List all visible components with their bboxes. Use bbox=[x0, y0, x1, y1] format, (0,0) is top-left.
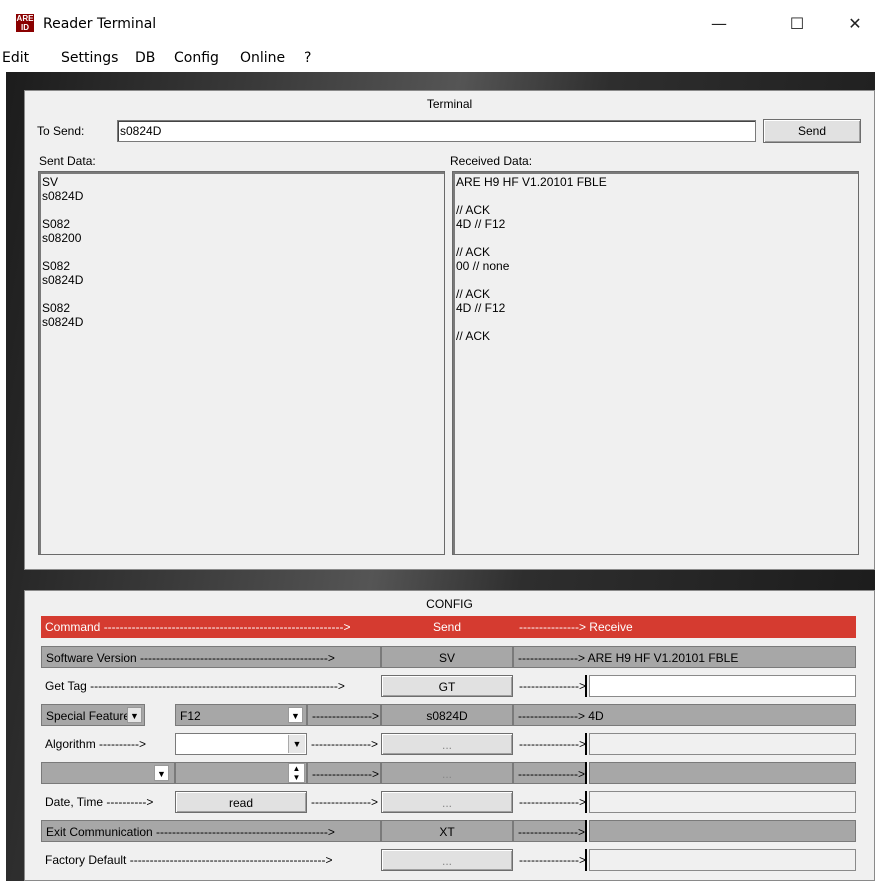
date-time-label: Date, Time ----------> bbox=[41, 791, 175, 813]
blank-row-result-field[interactable] bbox=[589, 762, 856, 784]
algorithm-select[interactable]: ▼ bbox=[175, 733, 307, 755]
blank-row-arrow: ---------------> bbox=[307, 762, 381, 784]
special-features-arrow: ---------------> bbox=[307, 704, 381, 726]
date-time-receive-arrow: ---------------> bbox=[515, 791, 587, 813]
special-features-receive: ---------------> 4D bbox=[513, 704, 856, 726]
blank-row-receive-arrow: ---------------> bbox=[513, 762, 587, 784]
spinner-arrows-icon[interactable]: ▲ ▼ bbox=[288, 763, 305, 783]
chevron-down-icon[interactable]: ▼ bbox=[288, 735, 305, 753]
factory-default-arrow: ---------------> bbox=[515, 849, 587, 871]
command-header: Command --------------------------------… bbox=[45, 620, 351, 634]
receive-header: ---------------> Receive bbox=[519, 620, 633, 634]
exit-communication-send-button[interactable]: XT bbox=[381, 820, 513, 842]
date-time-bracket bbox=[585, 791, 587, 813]
blank-row-send-button[interactable]: ... bbox=[381, 762, 513, 784]
menu-db[interactable]: DB bbox=[135, 50, 155, 66]
algorithm-result-field[interactable] bbox=[589, 733, 856, 755]
chevron-down-icon[interactable]: ▼ bbox=[154, 765, 169, 781]
algorithm-send-button[interactable]: ... bbox=[381, 733, 513, 755]
menu-settings[interactable]: Settings bbox=[61, 50, 118, 66]
date-time-arrow: ---------------> bbox=[307, 791, 381, 813]
date-time-read-button[interactable]: read bbox=[175, 791, 307, 813]
to-send-label: To Send: bbox=[37, 124, 85, 138]
exit-bracket bbox=[585, 820, 587, 842]
factory-default-label: Factory Default ------------------------… bbox=[41, 849, 381, 871]
title-bar: ARE ID Reader Terminal — ☐ ✕ bbox=[0, 0, 875, 44]
maximize-icon[interactable]: ☐ bbox=[774, 10, 820, 38]
menu-bar: Edit Settings DB Config Online ? bbox=[0, 44, 875, 72]
send-header: Send bbox=[432, 620, 462, 634]
received-data-log[interactable]: ARE H9 HF V1.20101 FBLE // ACK 4D // F12… bbox=[452, 171, 859, 555]
get-tag-bracket bbox=[585, 675, 587, 697]
exit-communication-label: Exit Communication ---------------------… bbox=[41, 820, 381, 842]
config-panel: CONFIG Command -------------------------… bbox=[24, 590, 875, 881]
close-icon[interactable]: ✕ bbox=[832, 10, 875, 38]
date-time-result-field[interactable] bbox=[589, 791, 856, 813]
algorithm-bracket bbox=[585, 733, 587, 755]
menu-help[interactable]: ? bbox=[304, 50, 311, 66]
minimize-icon[interactable]: — bbox=[696, 10, 742, 38]
factory-default-send-button[interactable]: ... bbox=[381, 849, 513, 871]
get-tag-arrow: ---------------> bbox=[515, 675, 587, 697]
factory-default-result-field[interactable] bbox=[589, 849, 856, 871]
menu-online[interactable]: Online bbox=[240, 50, 285, 66]
sent-data-label: Sent Data: bbox=[39, 154, 96, 168]
algorithm-receive-arrow: ---------------> bbox=[515, 733, 587, 755]
date-time-send-button[interactable]: ... bbox=[381, 791, 513, 813]
exit-communication-arrow: ---------------> bbox=[513, 820, 587, 842]
software-version-send-button[interactable]: SV bbox=[381, 646, 513, 668]
sent-data-log[interactable]: SV s0824D S082 s08200 S082 s0824D S082 s… bbox=[38, 171, 445, 555]
get-tag-send-button[interactable]: GT bbox=[381, 675, 513, 697]
software-version-label: Software Version -----------------------… bbox=[41, 646, 381, 668]
software-version-receive: ---------------> ARE H9 HF V1.20101 FBLE bbox=[513, 646, 856, 668]
menu-config[interactable]: Config bbox=[174, 50, 219, 66]
factory-bracket bbox=[585, 849, 587, 871]
special-features-dropdown-icon[interactable]: ▼ bbox=[127, 707, 142, 723]
received-data-label: Received Data: bbox=[450, 154, 533, 168]
terminal-panel: Terminal To Send: s0824D Send Sent Data:… bbox=[24, 90, 875, 570]
special-option-dropdown-icon[interactable]: ▼ bbox=[288, 707, 303, 723]
app-logo-icon: ARE ID bbox=[16, 14, 34, 32]
to-send-input[interactable]: s0824D bbox=[117, 120, 756, 142]
terminal-title: Terminal bbox=[426, 97, 473, 111]
blank-row-bracket bbox=[585, 762, 587, 784]
menu-edit[interactable]: Edit bbox=[2, 50, 29, 66]
get-tag-label: Get Tag --------------------------------… bbox=[41, 675, 381, 697]
window-title: Reader Terminal bbox=[43, 16, 157, 32]
config-title: CONFIG bbox=[426, 597, 473, 611]
exit-communication-result-field[interactable] bbox=[589, 820, 856, 842]
algorithm-label: Algorithm ----------> bbox=[41, 733, 175, 755]
algorithm-arrow: ---------------> bbox=[307, 733, 381, 755]
get-tag-result-field[interactable] bbox=[589, 675, 856, 697]
send-button[interactable]: Send bbox=[763, 119, 861, 143]
special-features-send-button[interactable]: s0824D bbox=[381, 704, 513, 726]
